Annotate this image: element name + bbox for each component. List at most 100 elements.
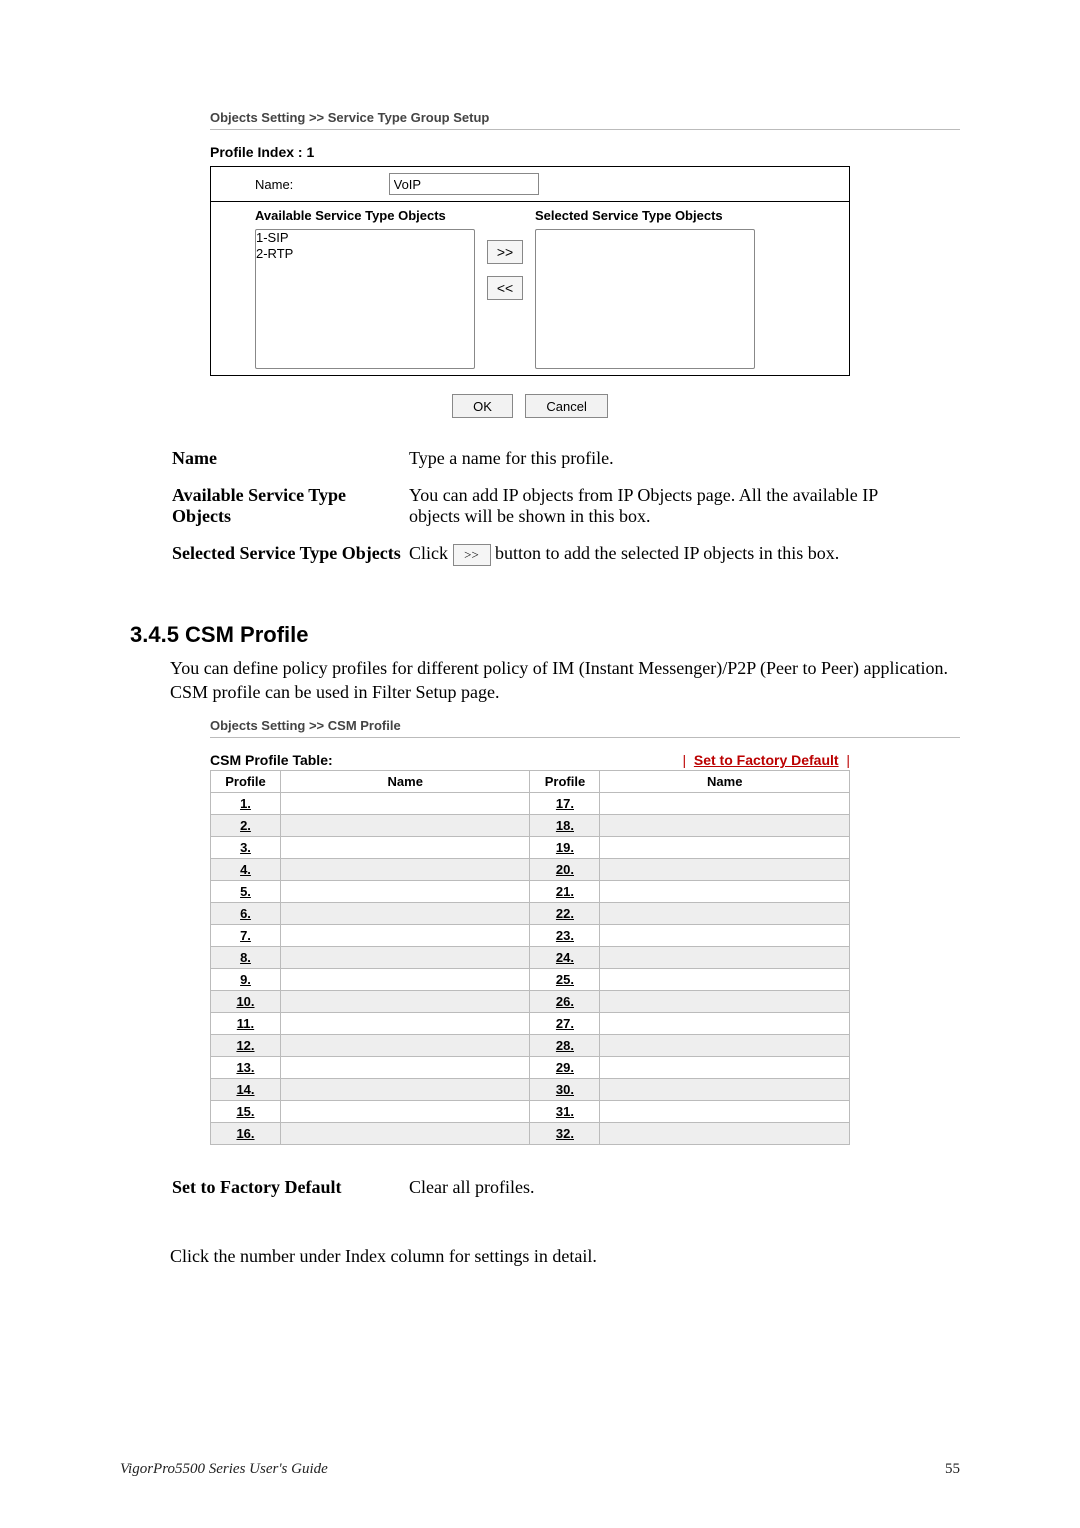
profile-name-cell — [600, 859, 850, 881]
available-option[interactable]: 1-SIP — [256, 230, 474, 246]
table-row: 14. 30. — [211, 1079, 850, 1101]
table-row: 1. 17. — [211, 793, 850, 815]
profile-link[interactable]: 29. — [556, 1060, 574, 1075]
profile-link[interactable]: 25. — [556, 972, 574, 987]
profile-link[interactable]: 7. — [240, 928, 251, 943]
section-heading: 3.4.5 CSM Profile — [130, 622, 960, 648]
profile-name-cell — [600, 991, 850, 1013]
profile-link[interactable]: 19. — [556, 840, 574, 855]
profile-link[interactable]: 1. — [240, 796, 251, 811]
col-profile: Profile — [530, 771, 600, 793]
table-row: 9. 25. — [211, 969, 850, 991]
profile-link[interactable]: 23. — [556, 928, 574, 943]
table-row: 12. 28. — [211, 1035, 850, 1057]
profile-name-cell — [280, 969, 530, 991]
cancel-button[interactable]: Cancel — [525, 394, 607, 418]
table-row: 8. 24. — [211, 947, 850, 969]
profile-link[interactable]: 8. — [240, 950, 251, 965]
profile-link[interactable]: 26. — [556, 994, 574, 1009]
profile-link[interactable]: 4. — [240, 862, 251, 877]
profile-name-cell — [280, 859, 530, 881]
breadcrumb: Objects Setting >> Service Type Group Se… — [210, 110, 960, 125]
profile-link[interactable]: 22. — [556, 906, 574, 921]
profile-name-cell — [600, 1057, 850, 1079]
profile-name-cell — [600, 925, 850, 947]
inline-move-right-icon: >> — [453, 544, 491, 566]
table-row: 2. 18. — [211, 815, 850, 837]
profile-link[interactable]: 18. — [556, 818, 574, 833]
move-right-button[interactable]: >> — [487, 240, 523, 264]
profile-index-label: Profile Index : 1 — [210, 144, 960, 160]
col-profile: Profile — [211, 771, 281, 793]
desc-name-text: Type a name for this profile. — [409, 448, 928, 483]
group-setup-panel: Name: Available Service Type Objects 1-S… — [210, 166, 850, 376]
breadcrumb: Objects Setting >> CSM Profile — [210, 718, 960, 733]
profile-name-cell — [280, 991, 530, 1013]
profile-name-cell — [280, 881, 530, 903]
name-label: Name: — [255, 177, 385, 192]
desc-name-label: Name — [172, 448, 407, 483]
profile-name-cell — [280, 947, 530, 969]
desc-avail-text: You can add IP objects from IP Objects p… — [409, 485, 928, 541]
profile-link[interactable]: 14. — [236, 1082, 254, 1097]
available-list[interactable]: 1-SIP 2-RTP — [255, 229, 475, 369]
selected-list[interactable] — [535, 229, 755, 369]
profile-link[interactable]: 2. — [240, 818, 251, 833]
profile-link[interactable]: 21. — [556, 884, 574, 899]
profile-link[interactable]: 11. — [237, 1016, 254, 1031]
profile-name-cell — [600, 881, 850, 903]
profile-name-cell — [600, 1013, 850, 1035]
move-left-button[interactable]: << — [487, 276, 523, 300]
table-row: 10. 26. — [211, 991, 850, 1013]
selected-heading: Selected Service Type Objects — [535, 208, 755, 223]
profile-link[interactable]: 31. — [556, 1104, 574, 1119]
profile-link[interactable]: 12. — [236, 1038, 254, 1053]
profile-link[interactable]: 17. — [556, 796, 574, 811]
profile-link[interactable]: 13. — [236, 1060, 254, 1075]
desc-factory-label: Set to Factory Default — [172, 1177, 407, 1212]
section-body: You can define policy profiles for diffe… — [170, 656, 960, 705]
profile-link[interactable]: 28. — [556, 1038, 574, 1053]
profile-name-cell — [280, 815, 530, 837]
profile-link[interactable]: 32. — [556, 1126, 574, 1141]
table-row: 5. 21. — [211, 881, 850, 903]
csm-table-label: CSM Profile Table: — [210, 752, 333, 768]
table-row: 3. 19. — [211, 837, 850, 859]
description-table: Name Type a name for this profile. Avail… — [170, 446, 930, 582]
ok-button[interactable]: OK — [452, 394, 513, 418]
profile-link[interactable]: 15. — [236, 1104, 254, 1119]
divider — [210, 737, 960, 738]
profile-name-cell — [280, 1079, 530, 1101]
table-row: 11. 27. — [211, 1013, 850, 1035]
desc-avail-label: Available Service Type Objects — [172, 485, 407, 541]
profile-link[interactable]: 27. — [556, 1016, 574, 1031]
profile-link[interactable]: 9. — [240, 972, 251, 987]
table-row: 4. 20. — [211, 859, 850, 881]
available-option[interactable]: 2-RTP — [256, 246, 474, 262]
profile-link[interactable]: 10. — [236, 994, 254, 1009]
profile-name-cell — [280, 925, 530, 947]
profile-link[interactable]: 16. — [236, 1126, 254, 1141]
click-instruction: Click the number under Index column for … — [170, 1244, 960, 1268]
name-field[interactable] — [389, 173, 539, 195]
profile-name-cell — [600, 1123, 850, 1145]
profile-name-cell — [600, 1079, 850, 1101]
set-factory-default-link[interactable]: Set to Factory Default — [694, 752, 839, 768]
profile-name-cell — [600, 903, 850, 925]
profile-link[interactable]: 24. — [556, 950, 574, 965]
profile-link[interactable]: 30. — [556, 1082, 574, 1097]
divider — [210, 129, 960, 130]
profile-name-cell — [600, 1035, 850, 1057]
profile-name-cell — [280, 1057, 530, 1079]
profile-name-cell — [280, 1101, 530, 1123]
profile-link[interactable]: 6. — [240, 906, 251, 921]
profile-name-cell — [600, 815, 850, 837]
profile-link[interactable]: 5. — [240, 884, 251, 899]
profile-link[interactable]: 3. — [240, 840, 251, 855]
col-name: Name — [600, 771, 850, 793]
table-row: 13. 29. — [211, 1057, 850, 1079]
profile-name-cell — [280, 1123, 530, 1145]
profile-link[interactable]: 20. — [556, 862, 574, 877]
profile-name-cell — [600, 947, 850, 969]
desc-sel-text: Click >> button to add the selected IP o… — [409, 543, 928, 580]
